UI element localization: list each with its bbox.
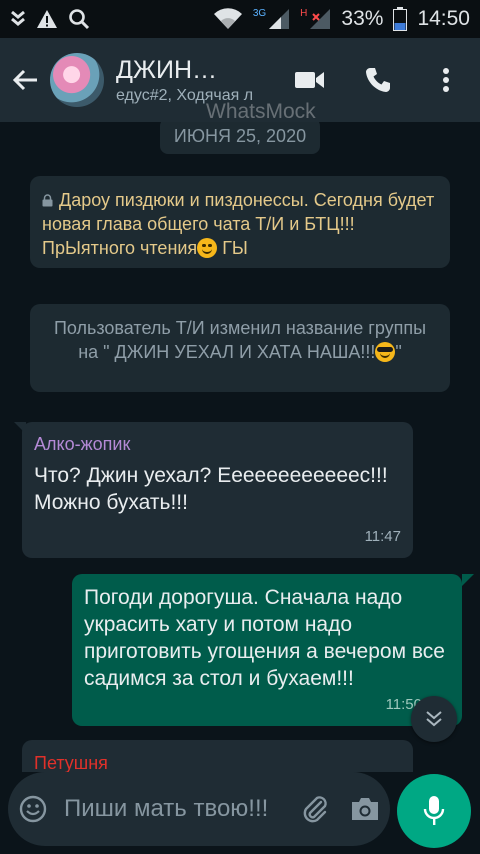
message-text: Погоди дорогуша. Сначала надо украсить х… — [84, 586, 445, 690]
rename-tail: " — [395, 342, 402, 362]
signal-icon — [268, 8, 290, 30]
video-call-button[interactable] — [276, 38, 344, 122]
message-list[interactable]: ИЮНЯ 25, 2020 Дароу пиздюки и пиздонессы… — [0, 122, 480, 772]
back-button[interactable] — [0, 38, 50, 122]
system-message-tail: ГЫ — [217, 238, 248, 258]
phone-icon — [366, 68, 390, 92]
attach-button[interactable] — [290, 772, 340, 846]
chat-header: ДЖИН… едус#2, Ходячая л — [0, 38, 480, 122]
paperclip-icon — [303, 796, 327, 823]
group-avatar[interactable] — [50, 53, 104, 107]
scroll-to-bottom-button[interactable] — [411, 696, 457, 742]
notification-chevrons-icon — [10, 10, 26, 28]
back-arrow-icon — [12, 69, 37, 91]
battery-percent: 33% — [341, 7, 384, 30]
clock: 14:50 — [417, 7, 470, 30]
voice-call-button[interactable] — [344, 38, 412, 122]
smiley-icon — [19, 795, 47, 823]
sunglasses-emoji-icon — [375, 342, 396, 362]
more-vertical-icon — [443, 68, 449, 92]
composer: Пиши мать твою!!! — [8, 772, 390, 846]
outgoing-message[interactable]: Погоди дорогуша. Сначала надо украсить х… — [72, 574, 462, 726]
status-bar: 3G H 33% 14:50 — [0, 0, 480, 38]
bubble-tail — [462, 574, 474, 586]
camera-icon — [352, 798, 378, 820]
video-camera-icon — [295, 72, 324, 88]
more-options-button[interactable] — [412, 38, 480, 122]
sender-name: Алко-жопик — [34, 434, 131, 454]
network-type-3g: 3G — [252, 7, 267, 19]
microphone-icon — [423, 796, 445, 825]
grinning-emoji-icon — [197, 238, 218, 258]
warning-icon — [36, 9, 58, 29]
voice-record-button[interactable] — [397, 774, 471, 848]
battery-icon — [393, 7, 408, 31]
chat-participants: едус#2, Ходячая л — [116, 86, 254, 104]
incoming-message[interactable]: Петушня — [22, 740, 413, 772]
camera-button[interactable] — [340, 772, 390, 846]
incoming-message[interactable]: Алко-жопик Что? Джин уехал? Ееееееееееее… — [22, 422, 413, 558]
chat-title-block[interactable]: ДЖИН… едус#2, Ходячая л — [116, 56, 286, 105]
message-time: 11:47 — [364, 528, 401, 545]
date-chip: ИЮНЯ 25, 2020 — [160, 122, 320, 154]
system-message-pinned: Дароу пиздюки и пиздонессы. Сегодня буде… — [30, 176, 450, 268]
emoji-button[interactable] — [8, 772, 58, 846]
lock-icon — [42, 194, 53, 207]
system-message-rename: Пользователь Т/И изменил название группы… — [30, 304, 450, 392]
message-input[interactable]: Пиши мать твою!!! — [58, 794, 290, 824]
message-text: Что? Джин уехал? Еееееееееееес!!! Можно … — [34, 464, 388, 514]
chat-title: ДЖИН… — [116, 55, 218, 84]
search-icon — [68, 8, 90, 30]
sender-name: Петушня — [34, 753, 108, 772]
chevron-double-down-icon — [426, 711, 442, 727]
rename-text: Пользователь Т/И изменил название группы… — [53, 318, 427, 362]
network-type-h: H — [300, 7, 308, 19]
signal-icon-2 — [309, 8, 331, 30]
wifi-icon — [213, 8, 243, 30]
